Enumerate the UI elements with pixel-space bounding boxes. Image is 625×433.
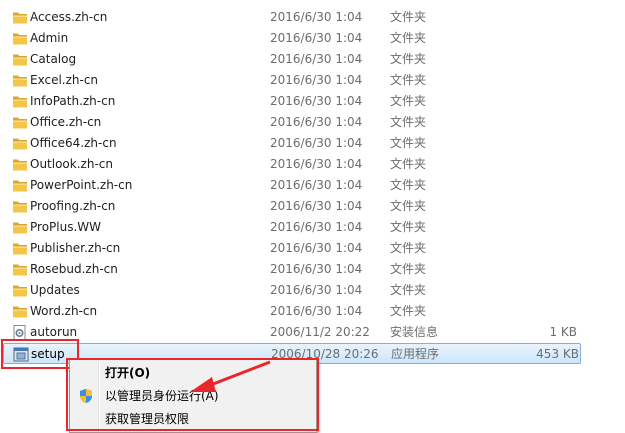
file-name: ProPlus.WW [30, 220, 102, 234]
file-row[interactable]: Admin 2016/6/30 1:04 文件夹 [0, 28, 625, 49]
folder-icon [12, 283, 28, 298]
file-row[interactable]: Publisher.zh-cn 2016/6/30 1:04 文件夹 [0, 238, 625, 259]
file-type: 文件夹 [390, 10, 427, 24]
file-date: 2016/6/30 1:04 [270, 115, 363, 129]
file-row[interactable]: Catalog 2016/6/30 1:04 文件夹 [0, 49, 625, 70]
file-row[interactable]: Access.zh-cn 2016/6/30 1:04 文件夹 [0, 7, 625, 28]
annotation-highlight-setup [1, 339, 79, 369]
file-row[interactable]: Excel.zh-cn 2016/6/30 1:04 文件夹 [0, 70, 625, 91]
file-date: 2016/6/30 1:04 [270, 262, 363, 276]
file-date: 2016/6/30 1:04 [270, 31, 363, 45]
file-type: 文件夹 [390, 31, 427, 45]
file-date: 2016/6/30 1:04 [270, 241, 363, 255]
file-row[interactable]: Proofing.zh-cn 2016/6/30 1:04 文件夹 [0, 196, 625, 217]
uac-shield-icon [80, 389, 92, 403]
file-name: Access.zh-cn [30, 10, 108, 24]
folder-icon [12, 136, 28, 151]
file-name: Catalog [30, 52, 77, 66]
file-list: Access.zh-cn 2016/6/30 1:04 文件夹 Admin 2016/6… [0, 7, 625, 364]
folder-icon [12, 10, 28, 25]
file-date: 2016/6/30 1:04 [270, 178, 363, 192]
file-type: 应用程序 [391, 347, 440, 361]
folder-icon [12, 178, 28, 193]
file-type: 文件夹 [390, 220, 427, 234]
file-type: 文件夹 [390, 241, 427, 255]
file-type: 文件夹 [390, 136, 427, 150]
folder-icon [12, 262, 28, 277]
folder-icon [12, 73, 28, 88]
file-row[interactable]: ProPlus.WW 2016/6/30 1:04 文件夹 [0, 217, 625, 238]
file-date: 2016/6/30 1:04 [270, 157, 363, 171]
folder-icon [12, 157, 28, 172]
file-row[interactable]: InfoPath.zh-cn 2016/6/30 1:04 文件夹 [0, 91, 625, 112]
file-type: 文件夹 [390, 52, 427, 66]
file-date: 2016/6/30 1:04 [270, 10, 363, 24]
file-name: InfoPath.zh-cn [30, 94, 116, 108]
file-type: 文件夹 [390, 73, 427, 87]
file-row[interactable]: Office64.zh-cn 2016/6/30 1:04 文件夹 [0, 133, 625, 154]
menu-item-open[interactable]: 打开(O) [72, 362, 312, 384]
folder-icon [12, 94, 28, 109]
file-date: 2016/6/30 1:04 [270, 94, 363, 108]
folder-icon [12, 115, 28, 130]
file-name: Excel.zh-cn [30, 73, 99, 87]
file-name: Publisher.zh-cn [30, 241, 121, 255]
file-size: 1 KB [549, 325, 577, 339]
file-type: 安装信息 [390, 325, 439, 339]
folder-icon [12, 52, 28, 67]
file-name: Office64.zh-cn [30, 136, 117, 150]
folder-icon [12, 241, 28, 256]
file-date: 2016/6/30 1:04 [270, 136, 363, 150]
file-row[interactable]: Rosebud.zh-cn 2016/6/30 1:04 文件夹 [0, 259, 625, 280]
folder-icon [12, 199, 28, 214]
file-name: Outlook.zh-cn [30, 157, 113, 171]
file-type: 文件夹 [390, 115, 427, 129]
context-menu: 打开(O) 以管理员身份运行(A) 获取管理员权限 [69, 359, 317, 433]
file-row[interactable]: autorun 2006/11/2 20:22 安装信息 1 KB [0, 322, 625, 343]
file-date: 2016/6/30 1:04 [270, 52, 363, 66]
menu-item-label: 以管理员身份运行(A) [105, 389, 219, 403]
file-type: 文件夹 [390, 94, 427, 108]
file-type: 文件夹 [390, 178, 427, 192]
file-date: 2016/6/30 1:04 [270, 304, 363, 318]
folder-icon [12, 304, 28, 319]
file-date: 2016/6/30 1:04 [270, 220, 363, 234]
file-type: 文件夹 [390, 262, 427, 276]
file-name: Word.zh-cn [30, 304, 98, 318]
file-row[interactable]: Updates 2016/6/30 1:04 文件夹 [0, 280, 625, 301]
menu-item-label: 打开(O) [105, 366, 151, 380]
file-name: Proofing.zh-cn [30, 199, 116, 213]
file-name: PowerPoint.zh-cn [30, 178, 133, 192]
file-date: 2006/11/2 20:22 [270, 325, 370, 339]
file-name: Office.zh-cn [30, 115, 102, 129]
file-row[interactable]: PowerPoint.zh-cn 2016/6/30 1:04 文件夹 [0, 175, 625, 196]
file-name: Rosebud.zh-cn [30, 262, 118, 276]
menu-item-run-as-admin[interactable]: 以管理员身份运行(A) [72, 385, 312, 407]
file-type: 文件夹 [390, 304, 427, 318]
settings-file-icon [12, 325, 28, 340]
folder-icon [12, 220, 28, 235]
file-size: 453 KB [536, 347, 579, 361]
file-date: 2016/6/30 1:04 [270, 283, 363, 297]
file-row[interactable]: Outlook.zh-cn 2016/6/30 1:04 文件夹 [0, 154, 625, 175]
file-type: 文件夹 [390, 283, 427, 297]
file-row[interactable]: Word.zh-cn 2016/6/30 1:04 文件夹 [0, 301, 625, 322]
file-type: 文件夹 [390, 157, 427, 171]
file-row[interactable]: Office.zh-cn 2016/6/30 1:04 文件夹 [0, 112, 625, 133]
file-type: 文件夹 [390, 199, 427, 213]
file-name: Updates [30, 283, 80, 297]
file-date: 2016/6/30 1:04 [270, 199, 363, 213]
file-name: Admin [30, 31, 69, 45]
file-date: 2016/6/30 1:04 [270, 73, 363, 87]
folder-icon [12, 31, 28, 46]
